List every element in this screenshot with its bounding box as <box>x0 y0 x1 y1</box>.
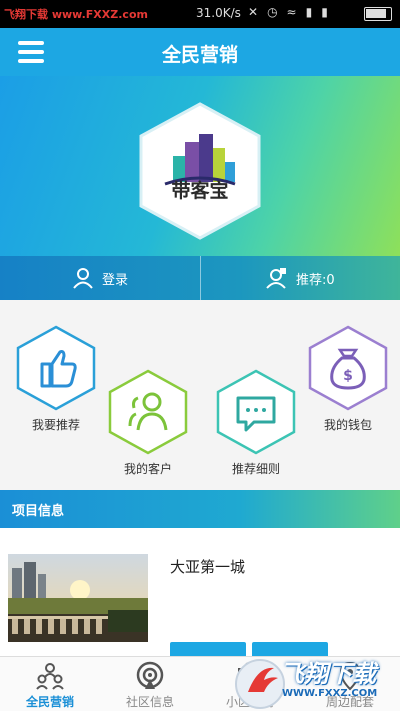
project-section-header: 项目信息 <box>0 490 400 528</box>
menu-label: 我的客户 <box>123 462 172 476</box>
project-card[interactable]: 大亚第一城 <box>0 528 400 662</box>
svg-text:$: $ <box>343 368 353 384</box>
watermark-url: WWW.FXXZ.COM <box>282 688 378 699</box>
login-button[interactable]: 登录 <box>72 256 128 300</box>
money-bag-icon: $ <box>308 325 388 411</box>
menu-label: 我要推荐 <box>31 418 80 432</box>
user-icon <box>73 268 93 289</box>
page-title: 全民营销 <box>161 44 238 66</box>
recommend-count[interactable]: 推荐:0 <box>266 256 335 300</box>
signal-icon: ▮ <box>321 5 328 19</box>
thumbs-up-icon <box>16 325 96 411</box>
message-icon <box>216 369 296 455</box>
menu-label: 我的钱包 <box>323 418 372 432</box>
nav-item-community[interactable]: 社区信息 <box>100 657 200 711</box>
people-icon <box>36 663 64 690</box>
nav-item-marketing[interactable]: 全民营销 <box>0 657 100 711</box>
logo-icon <box>139 102 261 240</box>
hero-banner: 带客宝 <box>0 76 400 256</box>
network-speed: 31.0K/s <box>196 6 241 20</box>
divider <box>200 256 201 300</box>
status-bar: 飞翔下载 www.FXXZ.com 31.0K/s ✕ ◷ ≈ ▮ ▮ <box>0 0 400 28</box>
broadcast-icon <box>136 661 164 689</box>
project-image <box>8 554 148 642</box>
menu-item-wallet[interactable]: $ 我的钱包 <box>306 324 390 433</box>
nav-label: 社区信息 <box>125 695 174 709</box>
wifi-icon: ≈ <box>286 5 297 19</box>
watermark-text: 飞翔下载 www.FXXZ.com <box>4 8 148 21</box>
project-name: 大亚第一城 <box>170 558 246 576</box>
alarm-icon: ◷ <box>267 5 278 19</box>
logo-text: 带客宝 <box>171 180 229 202</box>
menu-item-customers[interactable]: 我的客户 <box>106 368 190 477</box>
battery-icon <box>364 7 392 21</box>
recommend-user-icon <box>266 268 286 289</box>
feature-menu: 我要推荐 我的客户 推荐细则 $ 我的钱包 <box>0 300 400 490</box>
login-bar: 登录 推荐:0 <box>0 256 400 300</box>
login-label: 登录 <box>102 272 129 288</box>
menu-label: 推荐细则 <box>231 462 280 476</box>
watermark-text: 飞翔下载 <box>280 660 376 688</box>
app-header: 全民营销 <box>0 28 400 76</box>
menu-item-rules[interactable]: 推荐细则 <box>214 368 298 477</box>
signal-icon: ▮ <box>305 5 313 19</box>
status-icons: ✕ ◷ ≈ ▮ ▮ <box>248 5 328 19</box>
recommend-label: 推荐:0 <box>296 272 335 288</box>
mute-icon: ✕ <box>248 5 259 19</box>
customers-icon <box>108 369 188 455</box>
menu-item-recommend[interactable]: 我要推荐 <box>14 324 98 433</box>
section-title: 项目信息 <box>12 504 65 519</box>
nav-label: 全民营销 <box>25 695 74 709</box>
